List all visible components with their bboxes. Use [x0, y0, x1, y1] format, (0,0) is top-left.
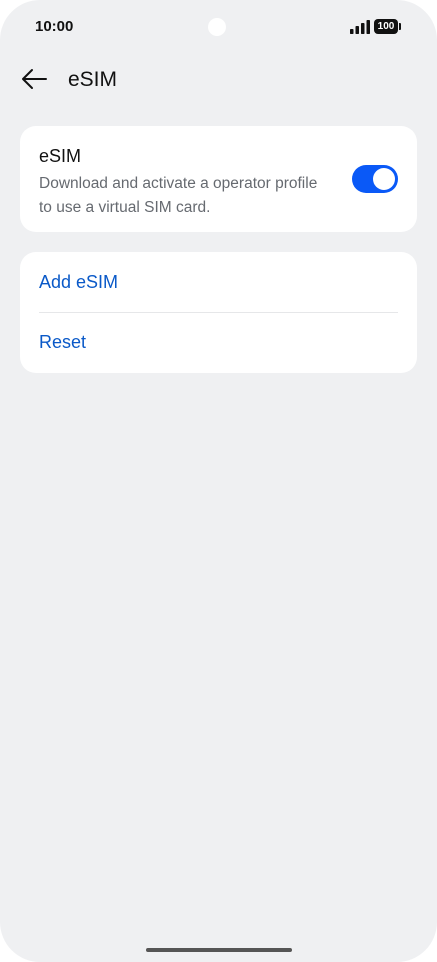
phone-screen: 10:00 100 eSIM eSIM Download and activat… [0, 0, 437, 962]
home-indicator[interactable] [146, 948, 292, 952]
esim-setting-title: eSIM [39, 146, 82, 166]
esim-toggle[interactable] [352, 165, 398, 193]
battery-icon: 100 [374, 19, 398, 34]
app-header: eSIM [0, 56, 437, 106]
arrow-left-icon [20, 68, 48, 95]
reset-label: Reset [39, 332, 87, 352]
page-title: eSIM [68, 68, 118, 91]
battery-tip [399, 23, 401, 30]
esim-actions-card: Add eSIM Reset [20, 252, 417, 373]
signal-bars-icon [350, 20, 370, 34]
back-button[interactable] [14, 62, 54, 100]
esim-settings-card: eSIM Download and activate a operator pr… [20, 126, 417, 232]
esim-setting-description: Download and activate a operator profile… [39, 175, 318, 216]
add-esim-label: Add eSIM [39, 272, 119, 292]
add-esim-button[interactable]: Add eSIM [20, 252, 417, 310]
toggle-knob [373, 168, 395, 190]
reset-button[interactable]: Reset [20, 312, 417, 370]
status-bar: 10:00 100 [0, 0, 437, 56]
camera-cutout [208, 18, 226, 36]
status-time: 10:00 [35, 18, 74, 35]
